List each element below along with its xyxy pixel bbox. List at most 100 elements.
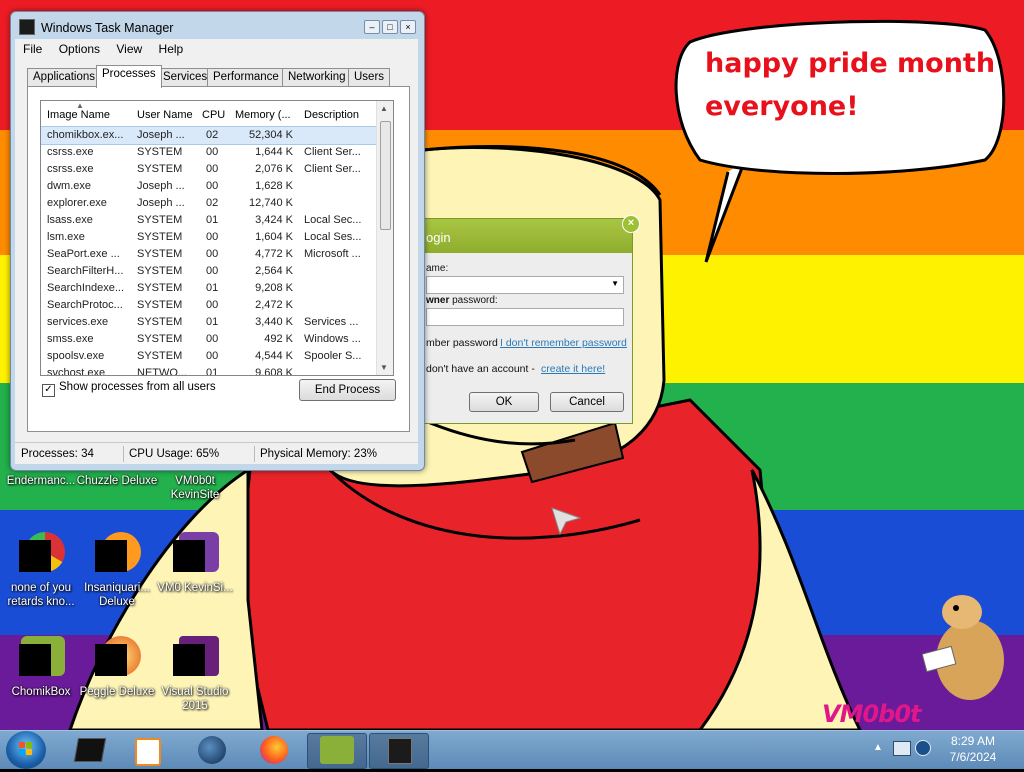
process-image-name: dwm.exe	[47, 180, 92, 192]
no-account-text: don't have an account -	[426, 363, 535, 375]
desktop-icon-insaniquarium[interactable]: Insaniquari... Deluxe	[76, 530, 158, 609]
chevron-down-icon: ▼	[611, 279, 619, 288]
tab-services[interactable]: Services	[157, 68, 214, 87]
window-title: Windows Task Manager	[19, 19, 173, 35]
vertical-scrollbar[interactable]: ▲ ▼	[376, 101, 393, 375]
table-row[interactable]: SearchIndexe... SYSTEM 01 9,208 K	[41, 280, 393, 297]
desktop-icon-label: Peggle Deluxe	[79, 686, 155, 698]
end-process-button[interactable]: End Process	[299, 379, 396, 401]
process-user-name: SYSTEM	[137, 163, 183, 175]
column-cpu[interactable]: CPU	[202, 109, 225, 121]
taskbar-media-player[interactable]	[118, 733, 176, 767]
desktop-icon-vm0-kevinsite[interactable]: VM0 KevinSi...	[154, 530, 236, 595]
task-manager-icon	[388, 738, 412, 764]
taskbar-task-manager[interactable]	[369, 733, 429, 769]
process-image-name: csrss.exe	[47, 163, 94, 175]
menu-options[interactable]: Options	[59, 42, 100, 56]
status-physical-memory: Physical Memory: 23%	[260, 448, 377, 460]
tab-processes[interactable]: Processes	[96, 65, 162, 88]
process-cpu: 00	[206, 248, 219, 260]
process-description: Spooler S...	[304, 350, 362, 362]
process-memory: 3,440 K	[255, 316, 293, 328]
tab-performance[interactable]: Performance	[207, 68, 285, 87]
process-image-name: SearchIndexe...	[47, 282, 125, 294]
speech-line: everyone!	[705, 91, 859, 122]
table-row[interactable]: SearchProtoc... SYSTEM 00 2,472 K	[41, 297, 393, 314]
table-row[interactable]: explorer.exe Joseph ... 02 12,740 K	[41, 195, 393, 212]
table-row[interactable]: svchost.exe NETWO... 01 9,608 K	[41, 365, 393, 375]
desktop-icon-visual-studio[interactable]: Visual Studio 2015	[154, 634, 236, 713]
process-image-name: lsass.exe	[47, 214, 93, 226]
process-cpu: 00	[206, 163, 219, 175]
ok-button[interactable]: OK	[469, 392, 539, 412]
clock[interactable]: 8:29 AM 7/6/2024	[938, 733, 1008, 765]
desktop-icon-chuzzle[interactable]: Chuzzle Deluxe	[76, 474, 158, 488]
process-memory: 52,304 K	[248, 129, 293, 141]
table-row[interactable]: lsass.exe SYSTEM 01 3,424 K Local Sec...	[41, 212, 393, 229]
tab-networking[interactable]: Networking	[282, 68, 352, 87]
create-account-link[interactable]: create it here!	[541, 363, 605, 375]
desktop-icon-chrome-shortcut[interactable]: none of you retards kno...	[0, 530, 82, 609]
window-title-text: Windows Task Manager	[41, 21, 174, 35]
close-icon[interactable]: ×	[400, 20, 416, 34]
process-user-name: SYSTEM	[137, 265, 183, 277]
tab-applications[interactable]: Applications	[27, 68, 102, 87]
table-row[interactable]: csrss.exe SYSTEM 00 1,644 K Client Ser...	[41, 144, 393, 161]
process-rows: chomikbox.ex... Joseph ... 02 52,304 K csrss…	[41, 126, 393, 375]
process-memory: 4,544 K	[255, 350, 293, 362]
table-row[interactable]: lsm.exe SYSTEM 00 1,604 K Local Ses...	[41, 229, 393, 246]
remember-password-checkbox-label[interactable]: mber password	[426, 337, 498, 349]
process-memory: 1,628 K	[255, 180, 293, 192]
status-cpu-usage: CPU Usage: 65%	[129, 448, 220, 460]
minimize-icon[interactable]: –	[364, 20, 380, 34]
task-manager-window: Windows Task Manager – □ × File Options Vi…	[10, 11, 425, 471]
column-description[interactable]: Description	[304, 109, 359, 121]
process-user-name: SYSTEM	[137, 333, 183, 345]
taskbar-firefox[interactable]	[246, 733, 304, 767]
close-icon[interactable]: ×	[622, 215, 640, 233]
process-user-name: SYSTEM	[137, 299, 183, 311]
username-select[interactable]: ▼	[426, 276, 624, 294]
forgot-password-link[interactable]: I don't remember password	[500, 337, 627, 349]
table-row[interactable]: dwm.exe Joseph ... 00 1,628 K	[41, 178, 393, 195]
desktop-icon-endermanc[interactable]: Endermanc...	[0, 474, 82, 488]
table-row[interactable]: SeaPort.exe ... SYSTEM 00 4,772 K Microsoft …	[41, 246, 393, 263]
column-user-name[interactable]: User Name	[137, 109, 193, 121]
taskbar-cmd[interactable]	[60, 733, 118, 767]
show-all-processes-checkbox[interactable]: ✓ Show processes from all users	[42, 381, 216, 397]
menu-help[interactable]: Help	[159, 42, 184, 56]
scroll-up-icon[interactable]: ▲	[380, 104, 388, 113]
taskbar-chomikbox[interactable]	[307, 733, 367, 769]
table-row[interactable]: chomikbox.ex... Joseph ... 02 52,304 K	[41, 126, 393, 145]
password-field[interactable]	[426, 308, 624, 326]
table-row[interactable]: SearchFilterH... SYSTEM 00 2,564 K	[41, 263, 393, 280]
taskbar-steam[interactable]	[184, 733, 242, 767]
scrollbar-thumb[interactable]	[380, 121, 391, 230]
desktop-icon-peggle[interactable]: Peggle Deluxe	[76, 634, 158, 699]
desktop-icon-label: Endermanc...	[6, 475, 76, 487]
network-icon[interactable]	[893, 741, 911, 756]
desktop-icon-vm0b0t-kevinsite[interactable]: VM0b0t KevinSite	[154, 474, 236, 502]
desktop-icon-label: VM0b0t KevinSite	[170, 475, 220, 501]
desktop-icon-chomikbox[interactable]: ChomikBox	[0, 634, 82, 699]
column-memory[interactable]: Memory (...	[235, 109, 291, 121]
cancel-button[interactable]: Cancel	[550, 392, 624, 412]
start-button[interactable]	[6, 731, 46, 769]
tray-expand-icon[interactable]: ▲	[873, 742, 883, 753]
process-list[interactable]: ▲ Image Name User Name CPU Memory (... D…	[40, 100, 394, 376]
table-row[interactable]: spoolsv.exe SYSTEM 00 4,544 K Spooler S...	[41, 348, 393, 365]
menu-view[interactable]: View	[116, 42, 142, 56]
maximize-icon[interactable]: □	[382, 20, 398, 34]
action-center-icon[interactable]	[915, 740, 931, 756]
process-memory: 12,740 K	[248, 197, 293, 209]
scroll-down-icon[interactable]: ▼	[380, 363, 388, 372]
process-image-name: SearchFilterH...	[47, 265, 124, 277]
column-image-name[interactable]: Image Name	[47, 109, 110, 121]
table-row[interactable]: csrss.exe SYSTEM 00 2,076 K Client Ser...	[41, 161, 393, 178]
menu-file[interactable]: File	[23, 42, 42, 56]
tab-users[interactable]: Users	[348, 68, 391, 87]
checkbox-checked-icon: ✓	[42, 384, 55, 397]
table-row[interactable]: smss.exe SYSTEM 00 492 K Windows ...	[41, 331, 393, 348]
table-row[interactable]: services.exe SYSTEM 01 3,440 K Services ...	[41, 314, 393, 331]
process-memory: 492 K	[264, 333, 293, 345]
